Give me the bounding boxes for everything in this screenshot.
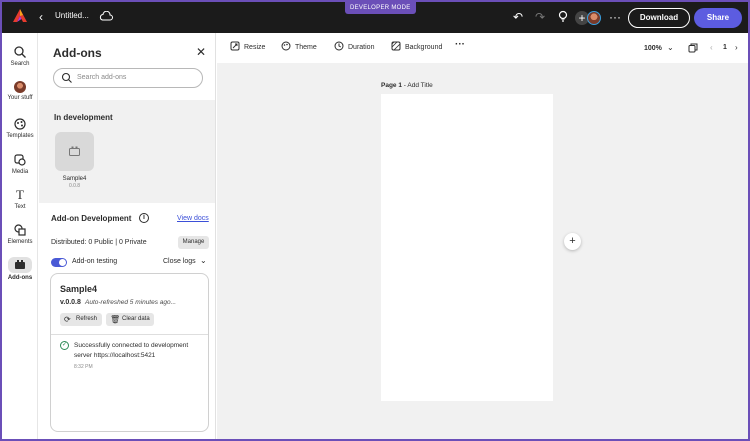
addon-name: Sample4 xyxy=(62,176,87,182)
next-page-icon[interactable]: › xyxy=(735,43,738,52)
info-icon[interactable]: i xyxy=(139,213,149,223)
design-page[interactable] xyxy=(381,94,553,401)
theme-button[interactable]: Theme xyxy=(281,41,317,51)
rail-label: Text xyxy=(14,204,26,210)
log-addon-name: Sample4 xyxy=(60,284,98,294)
share-button[interactable]: Share xyxy=(694,8,742,28)
adobe-express-logo[interactable] xyxy=(12,8,28,24)
elements-icon xyxy=(14,224,26,236)
toggle-label: Add-on testing xyxy=(72,258,118,265)
trash-icon: 🗑 xyxy=(110,315,121,324)
zoom-level[interactable]: 100% xyxy=(644,45,662,52)
search-placeholder: Search add-ons xyxy=(77,74,127,81)
background-button[interactable]: Background xyxy=(391,41,442,51)
success-check-icon: ✓ xyxy=(60,341,69,350)
distribution-status: Distributed: 0 Public | 0 Private xyxy=(51,239,147,246)
clear-label: Clear data xyxy=(122,316,150,322)
theme-icon xyxy=(281,41,291,51)
rail-item-addons[interactable]: Add-ons xyxy=(2,257,38,287)
clock-icon xyxy=(334,41,344,51)
addon-plugin-icon xyxy=(69,146,80,156)
rail-label: Add-ons xyxy=(7,275,33,281)
log-version: v.0.0.8 xyxy=(60,299,81,306)
view-docs-link[interactable]: View docs xyxy=(177,215,209,222)
rail-label: Templates xyxy=(6,133,34,139)
close-icon[interactable]: ✕ xyxy=(196,45,206,59)
pages-icon[interactable] xyxy=(688,43,698,53)
divider xyxy=(51,334,208,335)
more-options-icon[interactable]: ··· xyxy=(607,9,623,25)
rail-item-text[interactable]: T Text xyxy=(2,188,38,218)
search-icon xyxy=(61,72,72,83)
download-button[interactable]: Download xyxy=(628,8,690,28)
duration-label: Duration xyxy=(348,44,375,51)
panel-title: Add-ons xyxy=(53,46,102,60)
page-label-number: Page 1 xyxy=(381,82,402,89)
addon-version: 0.0.8 xyxy=(68,183,81,189)
manage-button[interactable]: Manage xyxy=(178,236,209,249)
background-icon xyxy=(391,41,401,51)
addons-panel: Add-ons ✕ Search add-ons In development … xyxy=(39,33,216,439)
document-title[interactable]: Untitled... xyxy=(55,11,89,20)
in-development-section: In development Sample4 0.0.8 xyxy=(39,100,215,203)
prev-page-icon[interactable]: ‹ xyxy=(710,43,713,52)
rail-label: Your stuff xyxy=(7,95,33,101)
rail-item-templates[interactable]: Templates xyxy=(2,117,38,147)
left-rail: Search Your stuff Templates Media T Text… xyxy=(2,33,38,439)
refresh-status: Auto-refreshed 5 minutes ago... xyxy=(85,299,177,306)
log-message: Successfully connected to development se… xyxy=(74,342,189,359)
log-card: Sample4 v.0.0.8 Auto-refreshed 5 minutes… xyxy=(50,273,209,432)
resize-label: Resize xyxy=(244,44,266,51)
top-bar: ‹ Untitled... DEVELOPER MODE ↶ ↷ + ··· D… xyxy=(2,2,748,33)
refresh-label: Refresh xyxy=(76,316,98,322)
chevron-down-icon[interactable]: ⌄ xyxy=(667,43,674,52)
addons-icon xyxy=(8,257,32,273)
background-label: Background xyxy=(405,44,443,51)
addon-testing-toggle[interactable] xyxy=(51,258,67,267)
search-input[interactable]: Search add-ons xyxy=(53,68,203,88)
refresh-button[interactable]: ⟳ Refresh xyxy=(60,313,102,326)
rail-item-your-stuff[interactable]: Your stuff xyxy=(2,81,38,111)
duration-button[interactable]: Duration xyxy=(334,41,374,51)
close-logs-button[interactable]: Close logs xyxy=(163,258,196,265)
log-timestamp: 8:32 PM xyxy=(74,364,93,370)
canvas-area: Page 1 - Add Title + xyxy=(217,63,748,439)
rail-item-media[interactable]: Media xyxy=(2,153,38,183)
app-window: ‹ Untitled... DEVELOPER MODE ↶ ↷ + ··· D… xyxy=(2,2,748,439)
user-avatar[interactable] xyxy=(587,11,601,25)
avatar xyxy=(14,81,26,93)
developer-mode-badge: DEVELOPER MODE xyxy=(345,2,416,14)
rail-item-search[interactable]: Search xyxy=(2,45,38,75)
page-title-label[interactable]: Page 1 - Add Title xyxy=(381,82,433,89)
theme-label: Theme xyxy=(295,44,317,51)
rail-label: Elements xyxy=(7,239,33,245)
dev-section-title: Add-on Development xyxy=(51,214,132,223)
cloud-sync-icon[interactable] xyxy=(99,11,113,21)
undo-icon[interactable]: ↶ xyxy=(510,9,526,25)
redo-icon[interactable]: ↷ xyxy=(532,9,548,25)
rail-item-elements[interactable]: Elements xyxy=(2,223,38,253)
resize-icon xyxy=(230,41,240,51)
rail-label: Media xyxy=(11,169,29,175)
media-icon xyxy=(14,154,26,166)
chevron-down-icon[interactable]: ⌄ xyxy=(200,256,207,265)
section-title: In development xyxy=(54,113,113,122)
templates-icon xyxy=(14,118,26,130)
addon-tile[interactable] xyxy=(55,132,94,171)
rail-label: Search xyxy=(10,61,30,67)
lightbulb-icon[interactable] xyxy=(555,9,571,25)
page-label-title: - Add Title xyxy=(401,82,433,89)
canvas-toolbar: Resize Theme Duration Background ··· 100… xyxy=(217,33,748,63)
clear-data-button[interactable]: 🗑 Clear data xyxy=(106,313,154,326)
resize-button[interactable]: Resize xyxy=(230,41,265,51)
add-page-button[interactable]: + xyxy=(564,233,581,250)
back-icon[interactable]: ‹ xyxy=(39,9,51,25)
refresh-icon: ⟳ xyxy=(64,315,71,324)
more-tools-icon[interactable]: ··· xyxy=(455,39,465,50)
text-icon: T xyxy=(16,187,24,202)
page-number: 1 xyxy=(723,44,727,51)
search-icon xyxy=(14,46,26,58)
